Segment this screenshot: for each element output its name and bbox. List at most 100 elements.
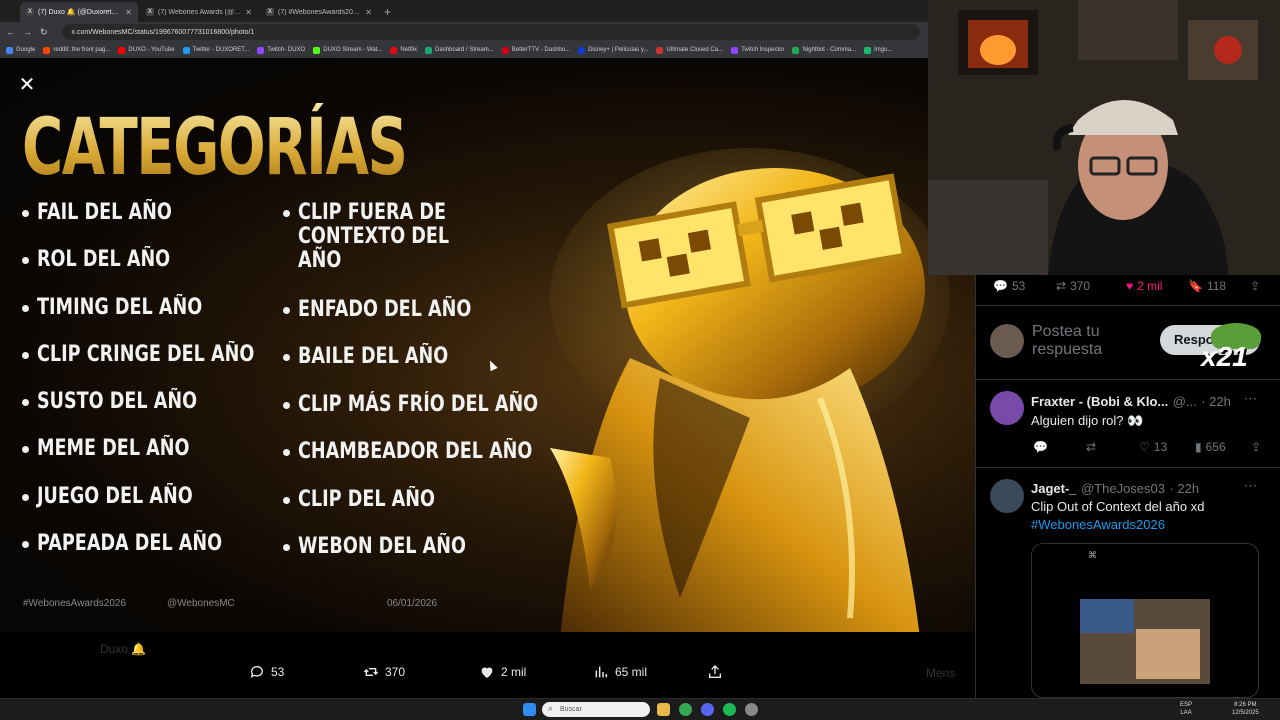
video-thumbnail [1080,599,1210,684]
author-name[interactable]: Jaget-_ [1031,481,1077,496]
avatar[interactable] [990,391,1024,425]
bookmark-item[interactable]: Nightbot - Comma... [792,46,856,54]
forward-arrow-icon[interactable]: → [23,27,32,37]
bookmark-favicon-icon [6,46,13,54]
bookmark-item[interactable]: reddit: the front pag... [43,46,110,54]
reply-input[interactable]: Postea tu respuesta [1032,323,1152,359]
like-button[interactable]: 2 mil [479,664,526,680]
repost-stat[interactable]: ⇄ 370 [1056,279,1126,293]
language-indicator[interactable]: ESP LAA [1180,701,1192,717]
divider [976,305,1280,306]
bookmark-favicon-icon [425,46,433,54]
divider [976,379,1280,380]
share-icon[interactable]: ⇪ [1250,279,1260,293]
file-explorer-icon[interactable] [657,703,670,716]
more-options-icon[interactable]: ⋯ [1244,391,1257,407]
heart-icon: ♥ [1126,279,1134,293]
repost-button[interactable]: 370 [363,664,405,680]
views-count: 65 mil [615,665,648,679]
x-logo-icon: X [266,8,274,16]
category-item: BAILE DEL AÑO [283,345,598,368]
tweet-image: ✕ CATEGORÍAS FAIL DEL AÑO ROL DEL AÑO TI… [0,58,975,632]
repost-count: 370 [385,665,406,679]
bookmark-item[interactable]: Imgu... [864,46,892,54]
windows-taskbar: Buscar ⌕ ESP LAA 8:26 PM 12/5/2025 [0,698,1280,720]
bookmark-item[interactable]: Google [6,46,35,54]
bookmark-stat[interactable]: 🔖 118 [1188,279,1250,293]
views-button[interactable]: 65 mil [593,664,647,680]
tweet-header: Jaget-_ @TheJoses03 · 22h [1031,480,1199,498]
tweet-video-embed[interactable]: ⌘ [1031,543,1259,698]
like-stat[interactable]: ♡ 13 [1139,440,1195,454]
bookmark-item[interactable]: Twitch Inspector [731,46,784,54]
taskbar-search[interactable]: Buscar [542,702,650,717]
bookmark-item[interactable]: Disney+ | Películas y... [578,46,648,54]
tab-close-icon[interactable]: ✕ [125,8,132,17]
close-icon[interactable]: ✕ [18,75,36,95]
bookmark-favicon-icon [257,46,265,54]
bookmark-favicon-icon [656,46,664,54]
new-tab-button[interactable]: + [384,2,391,22]
share-button[interactable] [707,664,723,680]
share-icon[interactable]: ⇪ [1251,440,1261,454]
bookmark-icon: 🔖 [1188,279,1203,293]
tweet-time[interactable]: · 22h [1201,394,1231,409]
tweet-text: Clip Out of Context del año xd [1031,499,1205,514]
image-hashtag: #WebonesAwards2026 [23,598,127,609]
bookmark-item[interactable]: BetterTTV - Dashbo... [501,46,570,54]
discord-icon[interactable] [701,703,714,716]
tab-label: (7) Webones Awards (@Webon... [158,8,241,16]
avatar[interactable] [990,479,1024,513]
reply-button[interactable]: 53 [249,664,284,680]
author-handle[interactable]: @TheJoses03 [1081,481,1165,496]
bookmark-item[interactable]: DUXO - YouTube [118,46,175,54]
like-stat[interactable]: ♥ 2 mil [1126,279,1188,293]
multiplier-badge: x21 [1201,341,1248,372]
browser-tab[interactable]: X (7) Webones Awards (@Webon... ✕ [140,2,258,22]
spotify-icon[interactable] [723,703,736,716]
category-item: CLIP MÁS FRÍO DEL AÑO [283,393,598,416]
author-name[interactable]: Fraxter - (Bobi & Klo... [1031,394,1168,409]
bookmark-favicon-icon [43,46,51,54]
url-field[interactable]: x.com/WebonesMC/status/19967600777310168… [61,24,920,40]
views-chart-icon: ▮ [1195,440,1202,454]
tab-close-icon[interactable]: ✕ [245,8,252,17]
faded-message-label: Mens [926,666,956,680]
browser-tab[interactable]: X (7) #WebonesAwards2026 - Bu... ✕ [260,2,378,22]
bookmark-item[interactable]: Twitch- DUXO [257,46,305,54]
image-date: 06/01/2026 [387,598,438,609]
bookmark-favicon-icon [501,46,509,54]
bookmark-item[interactable]: Netflix [390,46,417,54]
category-item: ROL DEL AÑO [22,248,309,271]
views-stat[interactable]: ▮ 656 [1195,440,1251,454]
tweet-hashtag-link[interactable]: #WebonesAwards2026 [1031,517,1165,532]
reply-icon[interactable]: 💬 [1033,440,1086,454]
bookmark-item[interactable]: Dashboard / Stream... [425,46,494,54]
repost-icon [363,668,379,676]
reload-icon[interactable]: ↻ [40,27,48,38]
back-arrow-icon[interactable]: ← [6,27,15,37]
clock[interactable]: 8:26 PM 12/5/2025 [1232,701,1259,717]
category-list-right: CLIP FUERA DE CONTEXTO DEL AÑO ENFADO DE… [283,201,598,583]
tab-close-icon[interactable]: ✕ [365,8,372,17]
bookmark-favicon-icon [118,46,126,54]
windows-start-icon[interactable] [523,703,536,716]
category-item: TIMING DEL AÑO [22,296,309,319]
bookmark-favicon-icon [731,46,739,54]
author-handle[interactable]: @... [1173,394,1197,409]
category-list-left: FAIL DEL AÑO ROL DEL AÑO TIMING DEL AÑO … [22,201,309,579]
bookmark-item[interactable]: DUXO Stream - Wat... [313,46,382,54]
heart-icon [481,667,493,678]
chrome-icon[interactable] [679,703,692,716]
bookmark-favicon-icon [313,46,321,54]
tweet-time[interactable]: · 22h [1169,481,1199,496]
app-icon[interactable] [745,703,758,716]
tweet-action-bar: Duxo 🔔 Mens 53 370 2 mil 65 mil [0,632,975,698]
bookmark-item[interactable]: Ultimate Closed Ca... [656,46,723,54]
more-options-icon[interactable]: ⋯ [1244,478,1257,494]
reply-stat[interactable]: 💬 53 [993,279,1056,293]
browser-tab[interactable]: X (7) Duxo 🔔 (@Duxorethey) / X ✕ [20,2,138,22]
repost-icon[interactable]: ⇄ [1086,440,1139,454]
bookmark-item[interactable]: Twitter - DUXORET... [182,46,249,54]
media-viewer: ✕ CATEGORÍAS FAIL DEL AÑO ROL DEL AÑO TI… [0,58,975,698]
